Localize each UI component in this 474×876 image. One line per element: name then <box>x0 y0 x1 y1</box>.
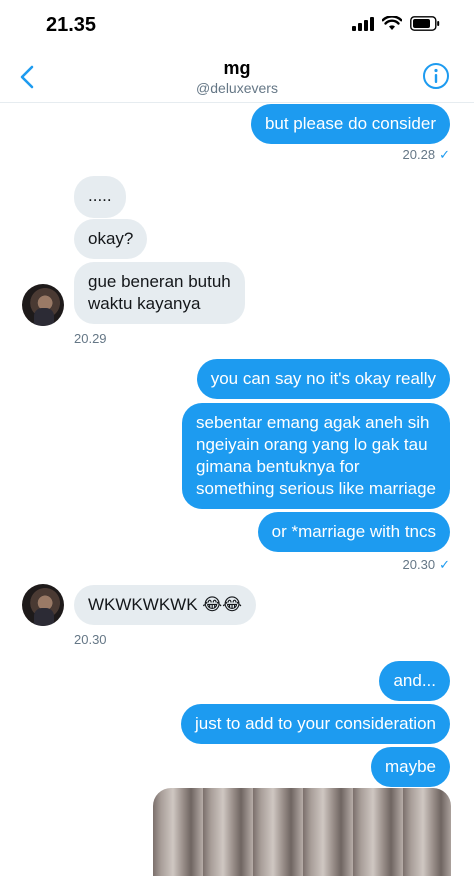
outgoing-message[interactable]: you can say no it's okay really <box>196 359 450 399</box>
timestamp-text: 20.30 <box>402 557 436 572</box>
incoming-message[interactable]: gue beneran butuh waktu kayanya <box>74 262 245 324</box>
cellular-signal-icon <box>352 16 374 31</box>
status-bar: 21.35 <box>0 0 474 52</box>
incoming-message[interactable]: WKWKWKWK 😂😂 <box>74 585 256 625</box>
incoming-message[interactable]: okay? <box>74 219 148 259</box>
incoming-message[interactable]: ..... <box>74 176 126 218</box>
outgoing-message[interactable]: just to add to your consideration <box>181 704 450 744</box>
conversation-header: mg @deluxevers <box>0 52 474 103</box>
status-icons <box>352 16 440 31</box>
battery-icon <box>410 16 440 31</box>
outgoing-message[interactable]: and... <box>379 661 450 701</box>
outgoing-message[interactable]: sebentar emang agak aneh sih ngeiyain or… <box>182 403 450 509</box>
outgoing-message[interactable]: but please do consider <box>250 104 450 144</box>
timestamp-text: 20.28 <box>402 147 436 162</box>
check-icon: ✓ <box>439 147 450 162</box>
avatar[interactable] <box>22 284 64 326</box>
contact-name[interactable]: mg <box>0 58 474 79</box>
message-timestamp: 20.30 ✓ <box>403 557 450 573</box>
message-timestamp: 20.30 <box>74 632 107 647</box>
message-timestamp: 20.29 <box>74 331 107 346</box>
info-icon[interactable] <box>422 62 450 90</box>
message-timestamp: 20.28 ✓ <box>403 147 450 163</box>
outgoing-message[interactable]: or *marriage with tncs <box>257 512 450 552</box>
check-icon: ✓ <box>439 557 450 572</box>
wifi-icon <box>382 16 402 30</box>
status-time: 21.35 <box>46 14 97 36</box>
media-attachment[interactable] <box>153 788 451 876</box>
avatar[interactable] <box>22 584 64 626</box>
contact-handle: @deluxevers <box>196 80 278 96</box>
outgoing-message[interactable]: maybe <box>370 747 450 787</box>
